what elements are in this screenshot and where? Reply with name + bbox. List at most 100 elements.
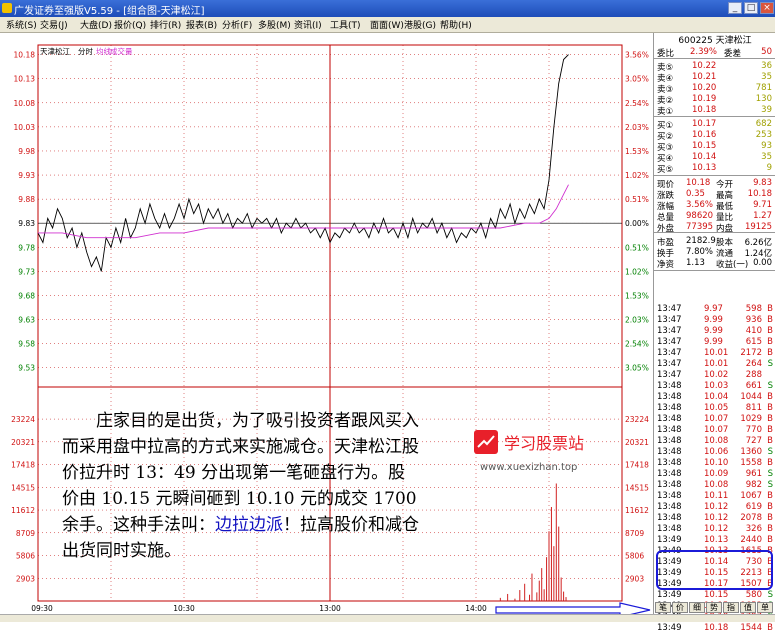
trade-dir: S [767,447,773,457]
menu-item-2[interactable]: 大盘(D) [80,18,112,31]
trade-dir: B [767,535,773,545]
trade-time: 13:48 [657,491,682,501]
buy-vol: 253 [755,130,772,140]
pct-tick-label: 3.05% [625,75,649,84]
bottom-tab-3[interactable]: 势 [706,602,722,613]
bottom-tab-6[interactable]: 单 [757,602,773,613]
trade-vol: 326 [745,524,762,534]
menu-item-6[interactable]: 分析(F) [222,18,252,31]
trade-vol: 288 [745,370,762,380]
trade-price: 10.13 [704,535,729,545]
annotation-text: 庄家目的是出货，为了吸引投资者跟风买入而采用盘中拉高的方式来实施减仓。天津松江股… [62,408,422,564]
weibi-row: 委比 2.39% 委差 50 [656,47,774,59]
separator [654,270,775,271]
sell-price: 10.19 [692,94,717,104]
stat-row-6: 换手 7.80% 流通 1.24亿 [656,247,774,259]
trade-row: 13:48 10.12 326 B [656,524,774,535]
stock-code-title: 600225 天津松江 [678,36,752,46]
buy-level-4: 买④ 10.14 35 [656,152,774,164]
sell-level-5: 卖⑤ 10.22 36 [656,61,774,73]
sell-level-3: 卖③ 10.20 781 [656,83,774,95]
watermark-name: 学习股票站 [504,434,585,453]
trade-time: 13:48 [657,381,682,391]
trade-vol: 1360 [740,447,762,457]
stat-row-0: 现价 10.18 今开 9.83 [656,178,774,190]
menu-item-11[interactable]: 港股(G) [404,18,436,31]
bottom-tab-1[interactable]: 价 [672,602,688,613]
pct-tick-label: 0.51% [625,243,649,252]
trade-vol: 2440 [740,535,762,545]
volume-tick-label: 20321 [11,438,35,447]
volume-tick-label-right: 2903 [625,574,644,583]
trade-time: 13:47 [657,337,682,347]
menu-item-10[interactable]: 面面(W) [370,18,404,31]
trade-price: 9.97 [704,304,723,314]
trade-time: 13:48 [657,425,682,435]
trade-vol: 598 [745,304,762,314]
stat-label2: 收益(一) [716,260,749,270]
menu-item-0[interactable]: 系统(S) [6,18,37,31]
sell-price: 10.18 [692,105,717,115]
trade-row: 13:48 10.07 1029 B [656,414,774,425]
maximize-button[interactable]: □ [744,2,758,14]
trade-dir: S [767,469,773,479]
stat-row-2: 涨幅 3.56% 最低 9.71 [656,200,774,212]
buy-vol: 35 [761,152,772,162]
trade-vol: 619 [745,502,762,512]
stat-value: 0.35 [686,189,705,199]
menu-item-3[interactable]: 报价(Q) [114,18,146,31]
pct-tick-label: 1.53% [625,147,649,156]
trade-time: 13:47 [657,370,682,380]
trade-dir: B [767,304,773,314]
trade-vol: 615 [745,337,762,347]
sell-vol: 36 [761,61,772,71]
close-button[interactable]: × [760,2,774,14]
time-tick-label: 14:00 [465,604,487,613]
trade-dir: B [767,337,773,347]
price-tick-label: 10.08 [14,99,36,108]
price-tick-label: 9.88 [18,195,35,204]
menu-item-9[interactable]: 工具(T) [330,18,361,31]
trade-dir: B [767,524,773,534]
trade-time: 13:48 [657,403,682,413]
menu-item-7[interactable]: 多股(M) [258,18,291,31]
trade-price: 10.12 [704,502,729,512]
trade-row: 13:47 9.99 410 B [656,326,774,337]
menu-item-12[interactable]: 帮助(H) [440,18,472,31]
menu-item-5[interactable]: 报表(B) [186,18,217,31]
trade-row: 13:47 9.97 598 B [656,304,774,315]
trade-price: 10.08 [704,480,729,490]
stat-row-5: 市盈 2182.9 股本 6.26亿 [656,236,774,248]
minimize-button[interactable]: _ [728,2,742,14]
intraday-chart[interactable]: 10.18 3.56% 10.13 3.05% 10.08 2.54% 10.03 2.03%… [0,33,652,614]
price-tick-label: 9.78 [18,243,35,252]
menu-item-4[interactable]: 排行(R) [150,18,181,31]
pct-tick-label: 0.51% [625,195,649,204]
trade-row: 13:48 10.08 982 S [656,480,774,491]
trade-vol: 936 [745,315,762,325]
trade-price: 10.07 [704,414,729,424]
price-tick-label: 10.18 [14,51,36,60]
trade-vol: 410 [745,326,762,336]
buy-vol: 682 [755,119,772,129]
sell-price: 10.21 [692,72,717,82]
trade-row: 13:48 10.12 2078 B [656,513,774,524]
trade-row: 13:49 10.18 1544 B [656,623,774,634]
volume-tick-label: 17418 [11,461,35,470]
bottom-tab-5[interactable]: 值 [740,602,756,613]
menu-item-8[interactable]: 资讯(I) [294,18,322,31]
trade-dir: B [767,491,773,501]
menu-item-1[interactable]: 交易(J) [40,18,68,31]
stat-value2: 1.27 [753,211,772,221]
price-tick-label: 9.73 [18,267,35,276]
bottom-tab-2[interactable]: 细 [689,602,705,613]
pct-tick-label: 1.02% [625,267,649,276]
bottom-tab-0[interactable]: 笔 [655,602,671,613]
trade-dir: B [767,392,773,402]
price-tick-label: 10.03 [14,123,36,132]
separator [654,175,775,176]
trade-row: 13:48 10.05 811 B [656,403,774,414]
volume-tick-label: 2903 [16,574,35,583]
trade-dir: B [767,315,773,325]
bottom-tab-4[interactable]: 指 [723,602,739,613]
